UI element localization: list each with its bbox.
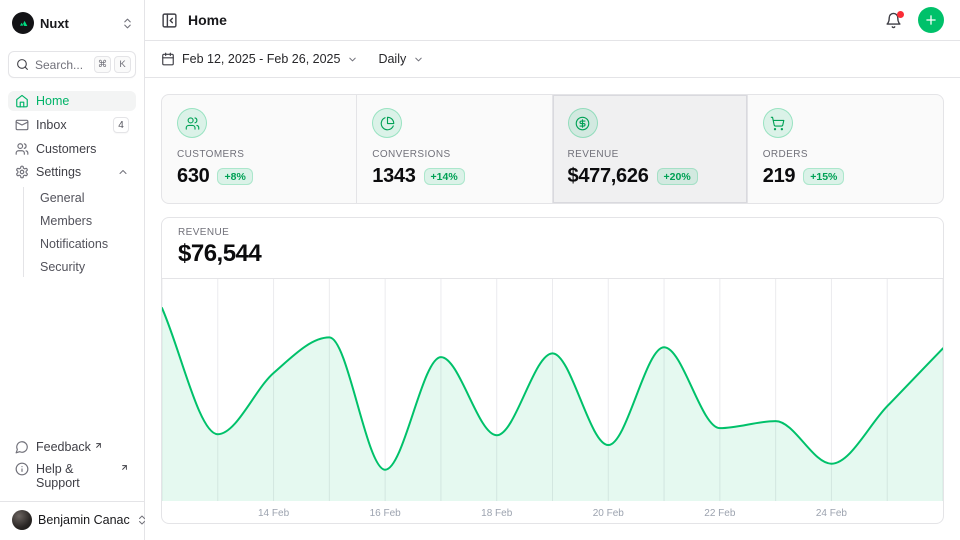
chart-metric-value: $76,544 <box>178 240 927 268</box>
chevron-up-icon <box>117 166 129 178</box>
kbd-cmd: ⌘ <box>94 56 111 73</box>
sidebar-item-customers[interactable]: Customers <box>8 139 136 159</box>
chevrons-up-down-icon <box>121 17 134 30</box>
sidebar-item-home[interactable]: Home <box>8 91 136 111</box>
chart-pie-icon <box>372 108 402 138</box>
date-range-label: Feb 12, 2025 - Feb 26, 2025 <box>182 52 340 66</box>
stat-value: 1343 <box>372 165 415 188</box>
delta-badge: +14% <box>424 168 465 185</box>
nuxt-logo-icon <box>12 12 34 34</box>
stat-label: REVENUE <box>568 149 619 160</box>
chart-metric-label: REVENUE <box>178 227 927 238</box>
period-select[interactable]: Daily <box>378 52 424 66</box>
settings-sub-list: General Members Notifications Security <box>23 187 136 277</box>
search-shortcut: ⌘ K <box>94 56 131 73</box>
stat-value: $477,626 <box>568 165 649 188</box>
sidebar: Nuxt Search... ⌘ K Home <box>0 0 145 540</box>
search-input[interactable]: Search... ⌘ K <box>8 51 136 78</box>
delta-badge: +15% <box>803 168 844 185</box>
date-range-picker[interactable]: Feb 12, 2025 - Feb 26, 2025 <box>161 52 358 66</box>
shopping-cart-icon <box>763 108 793 138</box>
user-menu[interactable]: Benjamin Canac <box>8 502 136 532</box>
filters-toolbar: Feb 12, 2025 - Feb 26, 2025 Daily <box>145 41 960 78</box>
kbd-k: K <box>114 56 131 73</box>
collapse-sidebar-icon[interactable] <box>161 12 178 29</box>
sidebar-item-general[interactable]: General <box>24 187 136 208</box>
sidebar-item-settings[interactable]: Settings <box>8 162 136 182</box>
period-label: Daily <box>378 52 406 66</box>
app-window: Nuxt Search... ⌘ K Home <box>0 0 960 540</box>
chart-plot-area[interactable]: 14 Feb 16 Feb 18 Feb 20 Feb 22 Feb 24 Feb <box>162 279 943 523</box>
svg-text:16 Feb: 16 Feb <box>370 508 402 519</box>
chevron-down-icon <box>413 54 424 65</box>
circle-dollar-icon <box>568 108 598 138</box>
info-circle-icon <box>15 462 29 476</box>
dashboard-content: CUSTOMERS 630 +8% CONVERSIONS 1343 +14% <box>145 78 960 540</box>
home-icon <box>15 94 29 108</box>
sidebar-item-notifications[interactable]: Notifications <box>24 233 136 254</box>
sidebar-item-members[interactable]: Members <box>24 210 136 231</box>
svg-text:20 Feb: 20 Feb <box>593 508 625 519</box>
notifications-bell-icon[interactable] <box>885 12 902 29</box>
search-placeholder: Search... <box>35 58 88 72</box>
stat-card-customers[interactable]: CUSTOMERS 630 +8% <box>162 95 357 203</box>
sidebar-nav: Home Inbox 4 Customers Settings <box>8 91 136 277</box>
sidebar-item-security[interactable]: Security <box>24 256 136 277</box>
svg-text:18 Feb: 18 Feb <box>481 508 513 519</box>
stat-card-orders[interactable]: ORDERS 219 +15% <box>748 95 943 203</box>
inbox-icon <box>15 118 29 132</box>
svg-text:24 Feb: 24 Feb <box>816 508 848 519</box>
workspace-name: Nuxt <box>40 16 115 31</box>
revenue-area-chart[interactable]: 14 Feb 16 Feb 18 Feb 20 Feb 22 Feb 24 Feb <box>162 279 943 523</box>
stat-label: ORDERS <box>763 149 808 160</box>
delta-badge: +20% <box>657 168 698 185</box>
stat-label: CONVERSIONS <box>372 149 450 160</box>
user-name: Benjamin Canac <box>38 513 130 527</box>
feedback-link[interactable]: Feedback <box>8 437 136 457</box>
page-title: Home <box>188 12 875 28</box>
message-bubble-icon <box>15 440 29 454</box>
add-button[interactable] <box>918 7 944 33</box>
stat-value: 219 <box>763 165 795 188</box>
workspace-selector[interactable]: Nuxt <box>8 8 136 38</box>
help-support-link[interactable]: Help & Support <box>8 459 136 493</box>
gear-icon <box>15 165 29 179</box>
notification-dot <box>897 11 904 18</box>
external-link-icon <box>94 439 103 453</box>
revenue-chart-card: REVENUE $76,544 14 Feb 16 Feb 18 Feb 20 Feb… <box>161 217 944 524</box>
stat-card-conversions[interactable]: CONVERSIONS 1343 +14% <box>357 95 552 203</box>
external-link-icon <box>120 461 129 475</box>
users-icon <box>15 142 29 156</box>
delta-badge: +8% <box>217 168 252 185</box>
stats-row: CUSTOMERS 630 +8% CONVERSIONS 1343 +14% <box>161 94 944 204</box>
stat-value: 630 <box>177 165 209 188</box>
sidebar-item-inbox[interactable]: Inbox 4 <box>8 114 136 136</box>
avatar <box>12 510 32 530</box>
chevron-down-icon <box>347 54 358 65</box>
svg-text:22 Feb: 22 Feb <box>704 508 736 519</box>
stat-label: CUSTOMERS <box>177 149 244 160</box>
stat-card-revenue[interactable]: REVENUE $477,626 +20% <box>553 95 748 203</box>
chart-header: REVENUE $76,544 <box>162 218 943 279</box>
svg-text:14 Feb: 14 Feb <box>258 508 290 519</box>
search-icon <box>16 58 29 71</box>
page-header: Home <box>145 0 960 41</box>
main-area: Home Feb 12, 2025 - Feb 26, 2025 Daily <box>145 0 960 540</box>
users-icon <box>177 108 207 138</box>
sidebar-footer: Feedback Help & Support <box>8 437 136 493</box>
calendar-icon <box>161 52 175 66</box>
inbox-count-badge: 4 <box>113 117 129 133</box>
